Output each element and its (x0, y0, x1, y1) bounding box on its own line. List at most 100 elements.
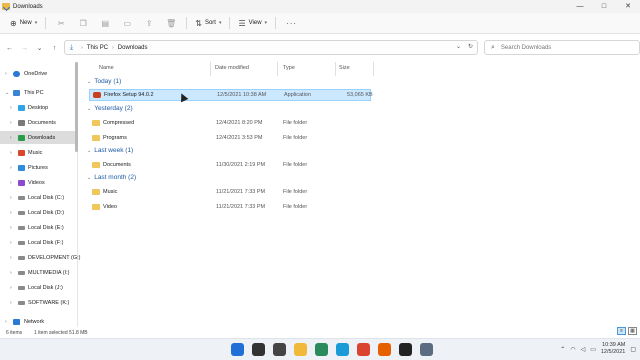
sidebar-item-this-pc[interactable]: ⌄ This PC (0, 86, 76, 99)
address-dropdown-icon[interactable]: ⌄ (456, 43, 461, 50)
chevron-right-icon[interactable]: › (5, 319, 7, 325)
toolbar-divider (229, 17, 231, 29)
sidebar-item-local-disk-e[interactable]: › Local Disk (E:) (0, 221, 76, 234)
sidebar-item-label: Downloads (28, 134, 56, 141)
forward-arrow-icon[interactable]: → (19, 45, 30, 52)
file-row-compressed[interactable]: Compressed 12/4/2021 8:20 PM File folder (89, 117, 371, 129)
group-header-today[interactable]: ⌄ Today (1) (87, 78, 121, 85)
file-date: 11/30/2021 2:19 PM (216, 162, 266, 168)
column-header-type[interactable]: Type (283, 65, 295, 71)
sidebar-item-local-disk-f[interactable]: › Local Disk (F:) (0, 236, 76, 249)
chevron-up-icon[interactable]: ⌃ (560, 346, 565, 353)
column-divider[interactable] (210, 62, 211, 76)
new-button[interactable]: ⊕ New ▾ (6, 16, 41, 30)
chrome-icon[interactable] (357, 343, 370, 356)
column-header-name[interactable]: Name (99, 65, 114, 71)
sidebar-item-software-k[interactable]: › SOFTWARE (K:) (0, 296, 76, 309)
clock-date: 12/5/2021 (600, 349, 626, 355)
group-header-last-week[interactable]: ⌄ Last week (1) (87, 147, 133, 154)
github-icon[interactable] (399, 343, 412, 356)
tiles-view-icon[interactable]: ▦ (628, 327, 637, 335)
clock[interactable]: 10:39 AM 12/5/2021 (601, 342, 625, 356)
share-icon[interactable]: ⇪ (138, 16, 160, 30)
wifi-icon[interactable]: ◠ (570, 346, 575, 353)
column-divider[interactable] (277, 62, 278, 76)
file-row-music[interactable]: Music 11/21/2021 7:33 PM File folder (89, 186, 371, 198)
sidebar-item-label: MULTIMEDIA (I:) (28, 269, 70, 276)
delete-icon[interactable]: 🗑 (160, 16, 182, 30)
search-icon[interactable] (252, 343, 265, 356)
notification-icon[interactable]: ▢ (630, 346, 636, 353)
back-arrow-icon[interactable]: ← (4, 45, 15, 52)
settings-icon[interactable] (420, 343, 433, 356)
windows-start-icon[interactable] (231, 343, 244, 356)
firefox-icon[interactable] (378, 343, 391, 356)
cut-icon[interactable]: ✂ (50, 16, 72, 30)
sidebar-item-documents[interactable]: › Documents (0, 116, 76, 129)
chevron-right-icon[interactable]: › (10, 255, 12, 261)
sidebar-item-local-disk-c[interactable]: › Local Disk (C:) (0, 191, 76, 204)
sidebar-item-videos[interactable]: › Videos (0, 176, 76, 189)
chevron-right-icon[interactable]: › (10, 225, 12, 231)
chevron-right-icon[interactable]: › (10, 210, 12, 216)
chevron-right-icon[interactable]: › (10, 150, 12, 156)
column-divider[interactable] (335, 62, 336, 76)
sidebar-item-downloads[interactable]: › Downloads (0, 131, 76, 144)
sidebar-item-desktop[interactable]: › Desktop (0, 101, 76, 114)
paste-icon[interactable]: ▤ (94, 16, 116, 30)
view-button[interactable]: ☰ View ▾ (234, 16, 271, 30)
chevron-right-icon[interactable]: › (10, 300, 12, 306)
up-arrow-icon[interactable]: ↑ (49, 45, 60, 52)
chevron-right-icon[interactable]: › (10, 180, 12, 186)
application-icon (93, 92, 101, 98)
sidebar-scrollbar[interactable] (75, 62, 78, 152)
sidebar-item-development-g[interactable]: › DEVELOPMENT (G:) (0, 251, 80, 264)
copy-icon[interactable]: ❐ (72, 16, 94, 30)
chevron-right-icon[interactable]: › (10, 285, 12, 291)
column-header-size[interactable]: Size (339, 65, 350, 71)
minimize-button[interactable]: — (568, 0, 592, 13)
search-box[interactable]: ⌕ Search Downloads (484, 40, 640, 55)
sort-button[interactable]: ⇅ Sort ▾ (191, 16, 225, 30)
refresh-icon[interactable]: ↻ (468, 43, 473, 50)
file-row-video[interactable]: Video 11/21/2021 7:33 PM File folder (89, 201, 371, 213)
sidebar-item-multimedia-i[interactable]: › MULTIMEDIA (I:) (0, 266, 76, 279)
address-bar[interactable]: ⤓ › This PC › Downloads ⌄ ↻ (64, 40, 478, 55)
chevron-down-icon[interactable]: ⌄ (5, 90, 9, 96)
close-button[interactable]: ✕ (616, 0, 640, 13)
chevron-right-icon[interactable]: › (5, 71, 7, 77)
column-divider[interactable] (373, 62, 374, 76)
group-header-last-month[interactable]: ⌄ Last month (2) (87, 174, 136, 181)
battery-icon[interactable]: ▭ (590, 346, 596, 353)
more-options-button[interactable]: ··· (286, 19, 297, 28)
chevron-right-icon[interactable]: › (10, 165, 12, 171)
chevron-right-icon[interactable]: › (10, 105, 12, 111)
details-view-icon[interactable]: ≡ (617, 327, 626, 335)
breadcrumb-this-pc[interactable]: This PC (87, 45, 108, 51)
chevron-right-icon[interactable]: › (10, 135, 12, 141)
file-row-programs[interactable]: Programs 12/4/2021 3:53 PM File folder (89, 132, 371, 144)
file-type: File folder (283, 135, 308, 141)
volume-icon[interactable]: ◁ (581, 346, 586, 353)
rename-icon[interactable]: ▭ (116, 16, 138, 30)
store-icon[interactable] (315, 343, 328, 356)
chevron-right-icon[interactable]: › (10, 120, 12, 126)
chevron-right-icon[interactable]: › (10, 270, 12, 276)
sidebar-item-onedrive[interactable]: › OneDrive (0, 67, 76, 80)
maximize-button[interactable]: □ (592, 0, 616, 13)
task-view-icon[interactable] (273, 343, 286, 356)
sidebar-item-pictures[interactable]: › Pictures (0, 161, 76, 174)
sidebar-item-local-disk-j[interactable]: › Local Disk (J:) (0, 281, 76, 294)
sidebar-item-music[interactable]: › Music (0, 146, 76, 159)
group-header-yesterday[interactable]: ⌄ Yesterday (2) (87, 105, 133, 112)
file-row-firefox-setup[interactable]: Firefox Setup 94.0.2 12/5/2021 10:38 AM … (89, 89, 373, 101)
column-header-date-modified[interactable]: Date modified (215, 65, 249, 71)
chevron-right-icon[interactable]: › (10, 195, 12, 201)
file-row-documents[interactable]: Documents 11/30/2021 2:19 PM File folder (89, 159, 371, 171)
sidebar-item-local-disk-d[interactable]: › Local Disk (D:) (0, 206, 76, 219)
recent-locations-chevron-icon[interactable]: ⌄ (34, 44, 45, 52)
breadcrumb-downloads[interactable]: Downloads (118, 45, 148, 51)
file-explorer-icon[interactable] (294, 343, 307, 356)
chevron-right-icon[interactable]: › (10, 240, 12, 246)
edge-icon[interactable] (336, 343, 349, 356)
